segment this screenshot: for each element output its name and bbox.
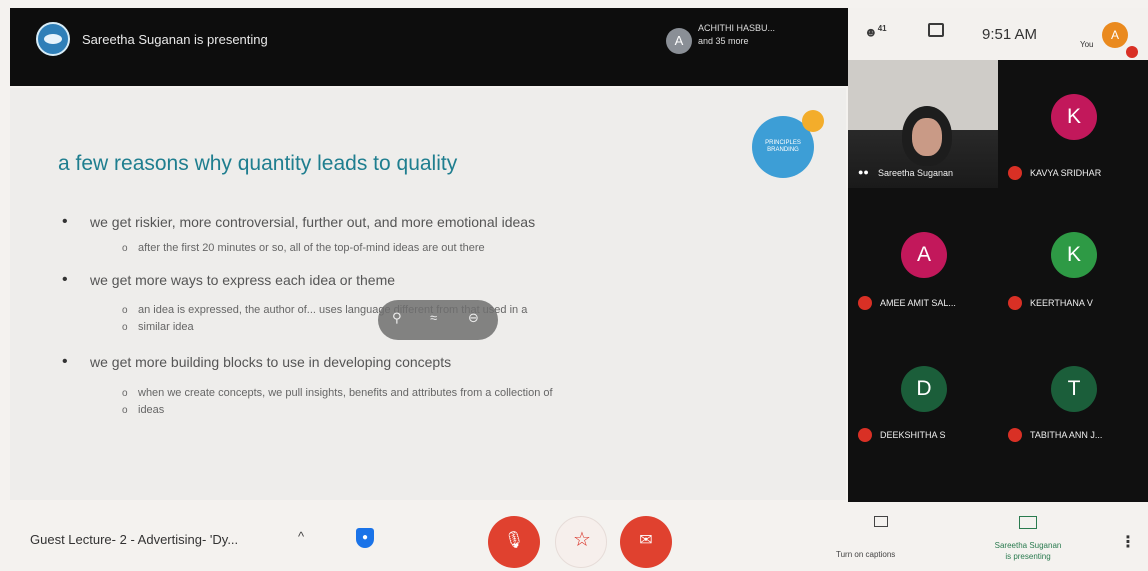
- shared-slide: PRINCIPLES BRANDING a few reasons why qu…: [10, 88, 846, 500]
- pin-icon[interactable]: ⚲: [392, 310, 402, 326]
- people-count: 41: [877, 24, 887, 33]
- participants-summary[interactable]: ACHITHI HASBU... and 35 more: [698, 22, 775, 48]
- clock-time: 9:51 AM: [982, 26, 1038, 43]
- participant-name: KEERTHANA V: [1030, 298, 1093, 308]
- people-button[interactable]: ☻41: [864, 24, 887, 39]
- mic-off-icon: [1008, 166, 1022, 180]
- you-label: You: [1080, 40, 1094, 49]
- chat-icon[interactable]: [928, 23, 944, 37]
- shield-icon[interactable]: ●: [356, 528, 374, 548]
- brand-logo-text: PRINCIPLES BRANDING: [765, 140, 801, 153]
- captions-icon[interactable]: [874, 516, 888, 527]
- participant-tile[interactable]: D DEEKSHITHA S: [848, 340, 998, 468]
- participant-tile[interactable]: K KEERTHANA V: [998, 210, 1148, 338]
- meet-window: Sareetha Suganan is presenting A ACHITHI…: [0, 0, 1148, 571]
- participant-tile[interactable]: A AMEE AMIT SAL...: [848, 210, 998, 338]
- present-screen-icon[interactable]: [1019, 516, 1037, 529]
- participant-avatar: A: [901, 232, 947, 278]
- participant-name: DEEKSHITHA S: [880, 430, 946, 440]
- mic-off-icon: [1008, 428, 1022, 442]
- participant-avatar: T: [1051, 366, 1097, 412]
- people-icon: ☻: [864, 24, 878, 40]
- tile-name-presenter: Sareetha Suganan: [878, 168, 954, 178]
- meeting-title[interactable]: Guest Lecture- 2 - Advertising- 'Dy...: [30, 532, 238, 547]
- sub-bullet-1-1: after the first 20 minutes or so, all of…: [122, 240, 485, 257]
- sub-bullet-3-1: when we create concepts, we pull insight…: [122, 385, 553, 402]
- present-status[interactable]: Sareetha Suganan is presenting: [976, 540, 1080, 562]
- participant-name: AMEE AMIT SAL...: [880, 298, 956, 308]
- notification-badge: [1126, 46, 1138, 58]
- participant-name: KAVYA SRIDHAR: [1030, 168, 1102, 178]
- brand-logo: PRINCIPLES BRANDING: [752, 116, 814, 178]
- tile-overlay-controls: ⚲ ≈ ⊖: [378, 300, 498, 340]
- mic-off-icon: [858, 428, 872, 442]
- participants-line1: ACHITHI HASBU...: [698, 23, 776, 33]
- presenter-video-tile[interactable]: ●● Sareetha Suganan: [848, 60, 998, 188]
- participant-grid: ●● Sareetha Suganan K KAVYA SRIDHAR A AM…: [848, 60, 1148, 502]
- captions-label[interactable]: Turn on captions: [836, 550, 895, 559]
- mic-off-icon: [1008, 296, 1022, 310]
- remove-icon[interactable]: ⊖: [468, 310, 479, 326]
- presenter-label: Sareetha Suganan is presenting: [82, 32, 268, 47]
- call-controls-bar: Guest Lecture- 2 - Advertising- 'Dy... ^…: [0, 502, 1148, 571]
- mic-off-icon: [858, 296, 872, 310]
- sub-bullet-2-1-cont: similar idea: [122, 319, 194, 336]
- chevron-up-icon[interactable]: ^: [298, 529, 304, 544]
- bullet-3: we get more building blocks to use in de…: [62, 353, 451, 371]
- slide-title: a few reasons why quantity leads to qual…: [58, 152, 458, 175]
- bullet-2: we get more ways to express each idea or…: [62, 271, 395, 289]
- bullet-1: we get riskier, more controversial, furt…: [62, 213, 535, 231]
- mic-toggle-button[interactable]: 🎙: [488, 516, 540, 568]
- presenter-logo-icon: [36, 22, 70, 56]
- status-strip: ☻41 9:51 AM You A: [848, 8, 1148, 60]
- leave-call-button[interactable]: ☆: [555, 516, 607, 568]
- more-options-icon[interactable]: ⋮: [1120, 532, 1136, 552]
- camera-toggle-button[interactable]: ✉: [620, 516, 672, 568]
- participant-avatar: D: [901, 366, 947, 412]
- participants-avatar[interactable]: A: [666, 28, 692, 54]
- self-avatar[interactable]: A: [1102, 22, 1128, 48]
- participant-tile[interactable]: T TABITHA ANN J...: [998, 340, 1148, 468]
- speaking-indicator-icon: ●●: [858, 167, 869, 177]
- mute-tile-icon[interactable]: ≈: [430, 310, 437, 325]
- hang-up-icon: ☆: [573, 529, 591, 551]
- presentation-header: Sareetha Suganan is presenting A ACHITHI…: [10, 8, 848, 86]
- mic-off-icon: 🎙: [503, 532, 525, 549]
- participant-avatar: K: [1051, 232, 1097, 278]
- sub-bullet-3-1-cont: ideas: [122, 402, 164, 419]
- participant-tile[interactable]: K KAVYA SRIDHAR: [998, 60, 1148, 188]
- camera-off-icon: ✉: [639, 532, 653, 549]
- participants-line2: and 35 more: [698, 36, 749, 46]
- participant-avatar: K: [1051, 94, 1097, 140]
- participant-name: TABITHA ANN J...: [1030, 430, 1103, 440]
